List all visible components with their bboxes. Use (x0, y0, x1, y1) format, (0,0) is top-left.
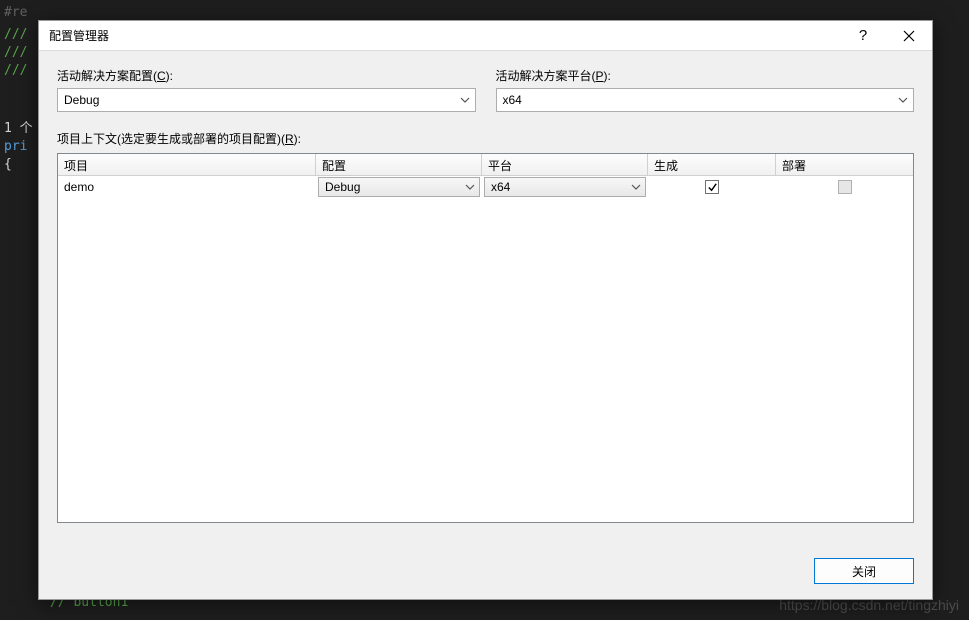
chevron-down-icon (460, 97, 470, 103)
cell-platform-value: x64 (491, 180, 510, 194)
active-platform-dropdown[interactable]: x64 (496, 88, 915, 112)
close-button[interactable]: 关闭 (814, 558, 914, 584)
column-header-platform[interactable]: 平台 (482, 154, 648, 175)
active-platform-label: 活动解决方案平台(P): (496, 67, 915, 84)
configuration-manager-dialog: 配置管理器 ? 活动解决方案配置(C): Debug 活动解决方案平台( (38, 20, 933, 600)
table-row: demo Debug x64 (58, 176, 913, 198)
code-line: /// (4, 63, 27, 78)
chevron-down-icon (898, 97, 908, 103)
dialog-content: 活动解决方案配置(C): Debug 活动解决方案平台(P): x64 (39, 51, 932, 543)
help-button[interactable]: ? (840, 21, 886, 51)
dialog-title: 配置管理器 (49, 27, 840, 44)
dialog-footer: 关闭 (39, 543, 932, 599)
code-line: /// (4, 45, 27, 60)
table-header: 项目 配置 平台 生成 部署 (58, 154, 913, 176)
close-icon[interactable] (886, 21, 932, 51)
chevron-down-icon (631, 184, 641, 190)
cell-config-value: Debug (325, 180, 360, 194)
project-context-label: 项目上下文(选定要生成或部署的项目配置)(R): (57, 130, 914, 147)
cell-platform-dropdown[interactable]: x64 (484, 177, 646, 197)
active-config-label: 活动解决方案配置(C): (57, 67, 476, 84)
code-line: /// (4, 27, 27, 42)
code-line: { (4, 157, 12, 172)
column-header-build[interactable]: 生成 (648, 154, 776, 175)
active-config-value: Debug (64, 93, 99, 107)
column-header-config[interactable]: 配置 (316, 154, 482, 175)
project-context-table: 项目 配置 平台 生成 部署 demo Debug (57, 153, 914, 523)
active-config-dropdown[interactable]: Debug (57, 88, 476, 112)
cell-config-dropdown[interactable]: Debug (318, 177, 480, 197)
dialog-titlebar: 配置管理器 ? (39, 21, 932, 51)
cell-project: demo (58, 176, 316, 198)
build-checkbox[interactable] (705, 180, 719, 194)
column-header-project[interactable]: 项目 (58, 154, 316, 175)
code-line: 1 个 (4, 121, 33, 136)
code-line: pri (4, 139, 27, 154)
column-header-deploy[interactable]: 部署 (776, 154, 913, 175)
table-body: demo Debug x64 (58, 176, 913, 522)
active-platform-value: x64 (503, 93, 522, 107)
deploy-checkbox (838, 180, 852, 194)
code-line: #re (4, 5, 27, 20)
chevron-down-icon (465, 184, 475, 190)
